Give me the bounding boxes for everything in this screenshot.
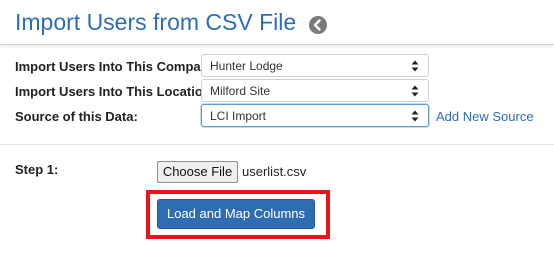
load-and-map-columns-button[interactable]: Load and Map Columns: [157, 199, 315, 229]
step-1-label: Step 1:: [15, 162, 59, 177]
page-title: Import Users from CSV File: [15, 9, 297, 35]
choose-file-button[interactable]: Choose File: [157, 161, 238, 183]
company-select[interactable]: Hunter Lodge: [201, 54, 429, 77]
import-users-page: Import Users from CSV File Import Users …: [0, 0, 554, 278]
location-select[interactable]: Milford Site: [201, 79, 429, 102]
source-select-value: LCI Import: [210, 109, 267, 123]
back-icon[interactable]: [309, 16, 327, 34]
page-header: Import Users from CSV File: [0, 0, 554, 45]
source-label: Source of this Data:: [15, 109, 138, 124]
location-label: Import Users Into This Location:: [15, 84, 216, 99]
select-caret-icon: [411, 60, 419, 72]
select-caret-icon: [411, 85, 419, 97]
selected-file-name: userlist.csv: [242, 164, 307, 179]
company-select-value: Hunter Lodge: [210, 59, 283, 73]
company-label: Import Users Into This Company:: [15, 59, 221, 74]
location-select-value: Milford Site: [210, 84, 271, 98]
add-new-source-link[interactable]: Add New Source: [436, 109, 534, 124]
section-divider: [0, 144, 554, 145]
source-select[interactable]: LCI Import: [201, 104, 429, 127]
select-caret-icon: [411, 110, 419, 122]
